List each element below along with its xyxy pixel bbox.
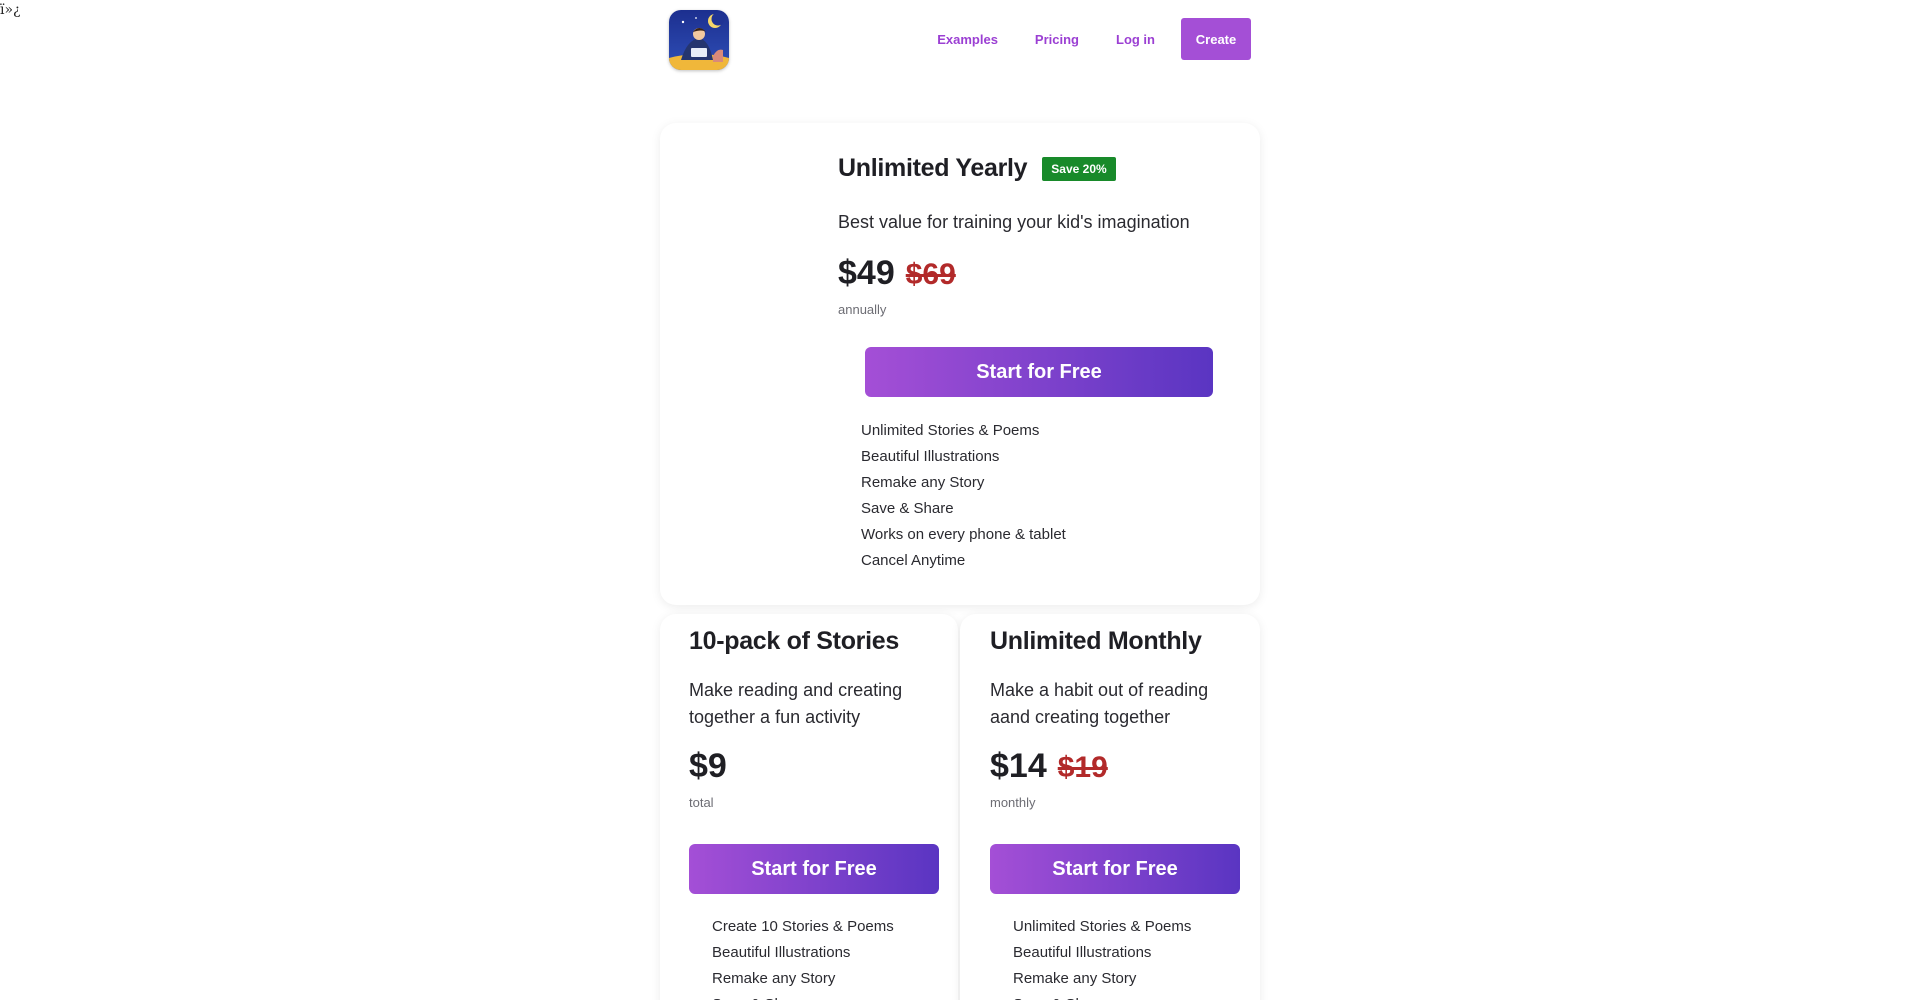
old-price: $69	[905, 258, 956, 291]
plan-card-monthly: Unlimited Monthly Make a habit out of re…	[960, 614, 1260, 1000]
feature-item: Create 10 Stories & Poems	[712, 918, 894, 935]
feature-item: Unlimited Stories & Poems	[861, 422, 1040, 439]
price: $9	[689, 747, 727, 785]
plan-description: Best value for training your kid's imagi…	[838, 212, 1190, 232]
price-row: $49 $69	[838, 254, 956, 293]
price: $49	[838, 254, 895, 292]
price-row: $9	[689, 747, 727, 786]
plan-title: Unlimited Yearly	[838, 154, 1028, 182]
feature-item: Save & Share	[1013, 992, 1191, 1000]
feature-item: Save & Share	[861, 500, 954, 517]
save-badge: Save 20%	[1042, 156, 1116, 181]
feature-list: Create 10 Stories & Poems Beautiful Illu…	[712, 914, 894, 1000]
feature-item: Cancel Anytime	[861, 552, 966, 569]
feature-item: Beautiful Illustrations	[712, 944, 851, 961]
plan-card-10-pack: 10-pack of Stories Make reading and crea…	[660, 614, 958, 1000]
old-price: $19	[1057, 751, 1108, 784]
feature-item: Unlimited Stories & Poems	[1013, 918, 1192, 935]
nav-links: Examples Pricing Log in Create	[937, 18, 1251, 60]
nav-login-link[interactable]: Log in	[1116, 32, 1155, 47]
billing-period: monthly	[990, 795, 1036, 810]
start-for-free-button[interactable]: Start for Free	[689, 844, 939, 894]
billing-period: annually	[838, 302, 887, 317]
feature-item: Remake any Story	[712, 970, 836, 987]
pricing-page: ï»¿ Examples Pricing Log in Create Unlim…	[0, 0, 1920, 1000]
bedtime-story-logo-icon[interactable]	[669, 10, 729, 70]
stray-text: ï»¿	[0, 2, 21, 18]
plan-title: 10-pack of Stories	[689, 627, 899, 655]
feature-item: Remake any Story	[861, 474, 985, 491]
plan-description: Make reading and creating together a fun…	[689, 680, 903, 727]
feature-list: Unlimited Stories & Poems Beautiful Illu…	[1013, 914, 1191, 1000]
feature-item: Remake any Story	[1013, 970, 1137, 987]
feature-item: Beautiful Illustrations	[1013, 944, 1152, 961]
billing-period: total	[689, 795, 714, 810]
price-row: $14 $19	[990, 747, 1108, 786]
plan-card-yearly: Unlimited Yearly Save 20% Best value for…	[660, 123, 1260, 605]
nav-examples-link[interactable]: Examples	[937, 32, 998, 47]
feature-item: Save & Share	[712, 992, 894, 1000]
feature-list: Unlimited Stories & Poems Beautiful Illu…	[861, 418, 1066, 574]
plan-title: Unlimited Monthly	[990, 627, 1202, 655]
start-for-free-button[interactable]: Start for Free	[865, 347, 1213, 397]
start-for-free-button[interactable]: Start for Free	[990, 844, 1240, 894]
price: $14	[990, 747, 1047, 785]
nav-pricing-link[interactable]: Pricing	[1035, 32, 1079, 47]
create-button[interactable]: Create	[1181, 18, 1251, 60]
plan-description: Make a habit out of reading aand creatin…	[990, 680, 1209, 727]
plan-title-row: Unlimited Yearly Save 20%	[838, 154, 1116, 183]
feature-item: Beautiful Illustrations	[861, 448, 1000, 465]
top-nav: Examples Pricing Log in Create	[669, 10, 1251, 70]
feature-item: Works on every phone & tablet	[861, 526, 1066, 543]
